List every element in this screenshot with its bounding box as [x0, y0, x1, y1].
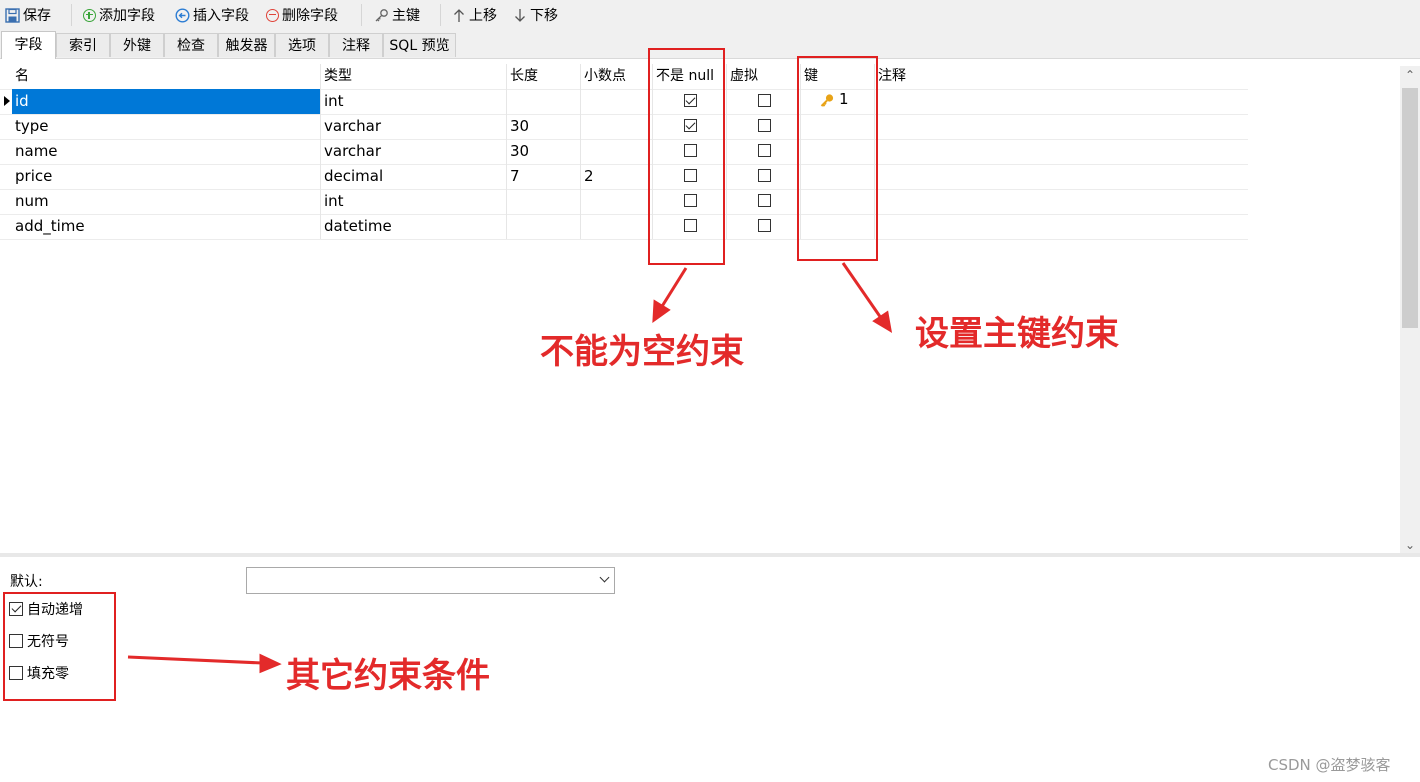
not-null-annotation: 不能为空约束 — [540, 332, 744, 372]
arrow-icon — [652, 267, 688, 324]
primary-key-annotation: 设置主键约束 — [915, 314, 1119, 354]
other-constraints-annotation: 其它约束条件 — [286, 656, 490, 696]
watermark: CSDN @盗梦骇客 — [1268, 756, 1391, 774]
annotation-arrows — [127, 262, 893, 674]
arrow-icon — [841, 262, 893, 333]
arrow-icon — [127, 653, 282, 674]
